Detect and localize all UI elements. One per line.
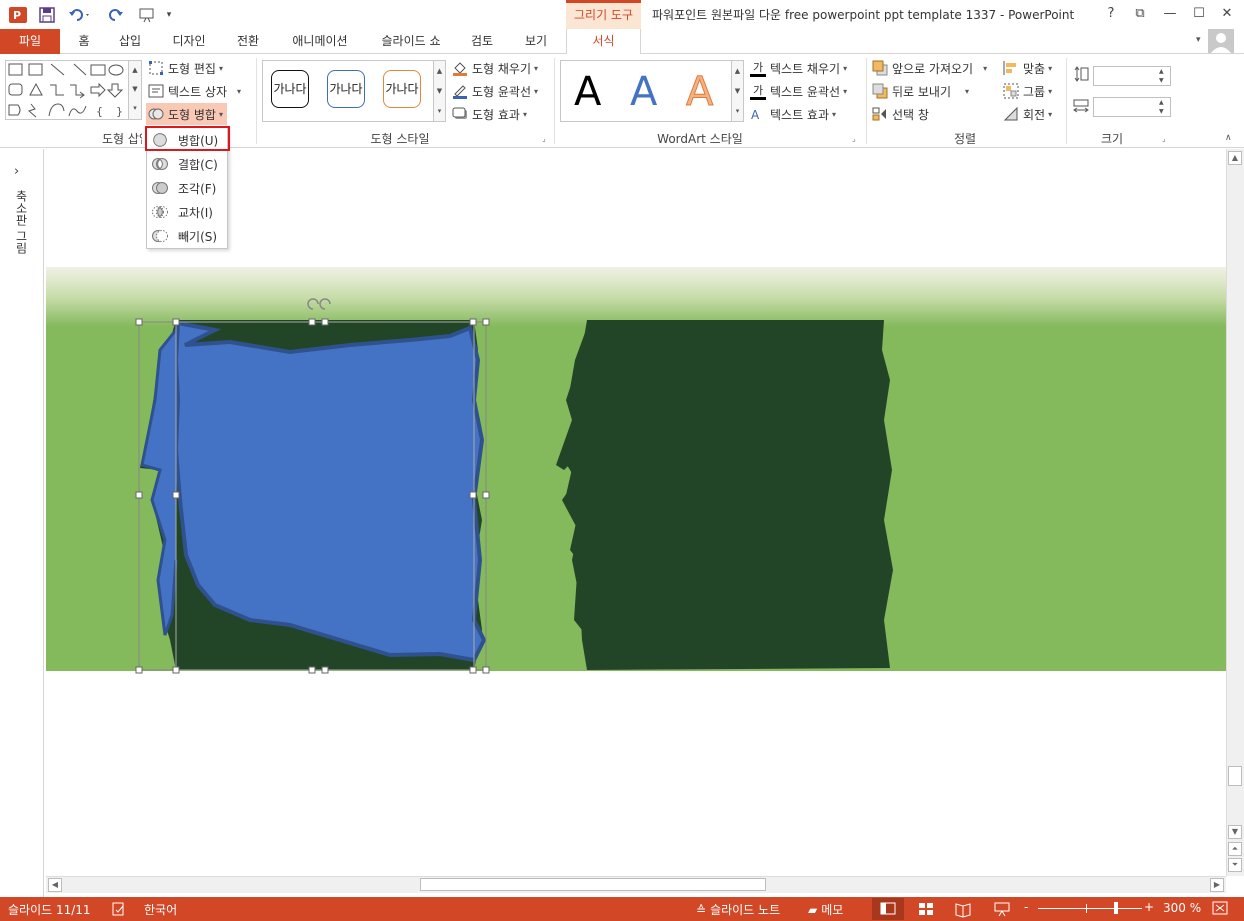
zoom-slider-track[interactable]: [1038, 908, 1142, 909]
normal-view-button[interactable]: [872, 898, 904, 920]
menu-item-subtract[interactable]: 빼기(S): [151, 225, 225, 247]
scroll-down-button[interactable]: ▼: [1228, 825, 1242, 839]
scroll-right-button[interactable]: ▶: [1210, 878, 1224, 892]
slideshow-view-button[interactable]: [992, 900, 1012, 918]
slide-sorter-view-button[interactable]: [916, 900, 936, 918]
comments-label: 메모: [821, 903, 844, 917]
scroll-up-button[interactable]: ▲: [1228, 151, 1242, 165]
comments-button[interactable]: ▰ 메모: [808, 901, 843, 918]
combine-icon: [151, 155, 169, 173]
zoom-out-button[interactable]: -: [1024, 900, 1028, 914]
status-bar: [0, 897, 1244, 921]
notes-label: 슬라이드 노트: [710, 903, 781, 917]
fragment-label: 조각(F): [178, 181, 217, 196]
intersect-icon: [151, 203, 169, 221]
next-slide-button[interactable]: ⏷: [1228, 858, 1242, 872]
zoom-slider-thumb[interactable]: [1114, 902, 1118, 914]
slide-counter: 슬라이드 11/11: [8, 903, 91, 917]
fit-slide-to-window-icon[interactable]: [1212, 901, 1228, 915]
fragment-icon: [151, 179, 169, 197]
comment-icon: ▰: [808, 902, 818, 917]
reading-view-button[interactable]: [953, 900, 973, 918]
menu-item-combine[interactable]: 결합(C): [151, 153, 225, 175]
subtract-icon: [151, 227, 169, 245]
subtract-label: 빼기(S): [178, 229, 218, 244]
vertical-scroll-thumb[interactable]: [1228, 766, 1242, 786]
menu-item-intersect[interactable]: 교차(I): [151, 201, 225, 223]
zoom-slider-midpoint: [1086, 904, 1087, 913]
intersect-label: 교차(I): [178, 205, 213, 220]
powerpoint-window: P ▾ 그리기 도구 파워포인트 원본파일 다운 free powerpoint…: [0, 0, 1244, 921]
highlight-box-union: [145, 126, 230, 151]
spellcheck-icon[interactable]: [112, 902, 126, 916]
notes-button[interactable]: ≙ 슬라이드 노트: [696, 901, 780, 918]
previous-slide-button[interactable]: ⏶: [1228, 842, 1242, 856]
notes-icon: ≙: [696, 902, 707, 917]
dark-torn-rectangle-right[interactable]: [556, 320, 893, 670]
rotate-handle-icon[interactable]: [307, 298, 331, 310]
language-indicator[interactable]: 한국어: [144, 901, 177, 918]
scroll-left-button[interactable]: ◀: [48, 878, 62, 892]
combine-label: 결합(C): [178, 157, 218, 172]
menu-item-fragment[interactable]: 조각(F): [151, 177, 225, 199]
zoom-in-button[interactable]: +: [1144, 900, 1154, 914]
zoom-level[interactable]: 300 %: [1163, 901, 1201, 915]
horizontal-scroll-thumb[interactable]: [420, 878, 766, 891]
